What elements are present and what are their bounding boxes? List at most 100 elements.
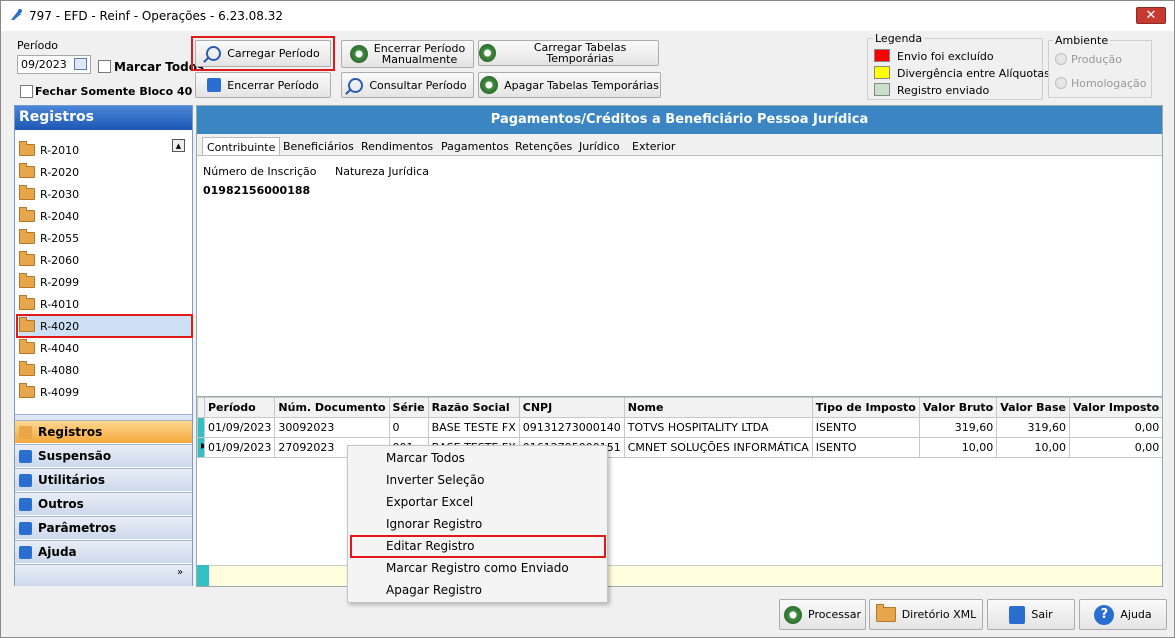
folder-icon (19, 425, 32, 439)
tab-contribuinte[interactable]: Contribuinte (202, 137, 281, 155)
encerrar-manual-label: Encerrar Período Manualmente (374, 43, 465, 65)
periodo-input[interactable]: 09/2023 (17, 55, 91, 74)
sidebar-item-r-2030[interactable]: R-2030 (19, 184, 191, 204)
carregar-tabelas-button[interactable]: Carregar Tabelas Temporárias (478, 40, 659, 66)
folder-icon (19, 207, 35, 222)
homologacao-radio[interactable] (1055, 77, 1067, 89)
ajuda-button[interactable]: ? Ajuda (1079, 599, 1167, 630)
help-icon: ? (1094, 604, 1115, 625)
menu-item-marcar-registro-como-enviado[interactable]: Marcar Registro como Enviado (386, 558, 569, 578)
column-header[interactable]: Razão Social (427, 397, 520, 418)
sair-label: Sair (1031, 608, 1053, 621)
column-header[interactable]: Nome (623, 397, 813, 418)
column-header[interactable]: Valor Bruto (918, 397, 998, 418)
diretorio-label: Diretório XML (901, 608, 977, 621)
nav-outros[interactable]: Outros (15, 492, 192, 515)
sidebar-item-label: R-2020 (40, 165, 80, 179)
column-header[interactable]: Período (203, 397, 276, 418)
folder-icon (875, 604, 896, 622)
gear-icon (349, 45, 368, 63)
numero-inscricao-label: Número de Inscrição (203, 165, 317, 178)
table-cell: 319,60 (918, 417, 998, 438)
footer-indicator (197, 565, 209, 586)
nav-utilitários[interactable]: Utilitários (15, 468, 192, 491)
column-header[interactable]: Valor Base (996, 397, 1070, 418)
column-header[interactable]: Série (388, 397, 429, 418)
column-header[interactable]: Núm. Documento (274, 397, 390, 418)
menu-item-marcar-todos[interactable]: Marcar Todos (386, 448, 465, 468)
column-header[interactable]: Tipo de Imposto (811, 397, 920, 418)
sidebar-item-r-2010[interactable]: R-2010 (19, 140, 191, 160)
folder-icon (19, 251, 35, 266)
fechar-bloco-checkbox[interactable] (20, 85, 33, 98)
nav-ajuda[interactable]: Ajuda (15, 540, 192, 563)
menu-item-inverter-seleção[interactable]: Inverter Seleção (386, 470, 484, 490)
sidebar-title: Registros (15, 106, 192, 130)
marcar-todos-checkbox[interactable] (98, 60, 111, 73)
row-selector[interactable] (197, 417, 205, 438)
apagar-tabelas-button[interactable]: Apagar Tabelas Temporárias (478, 72, 661, 98)
sidebar-item-r-4099[interactable]: R-4099 (19, 382, 191, 402)
table-row[interactable]: ▶01/09/202327092023001BASE TESTE FX01612… (197, 437, 1162, 458)
header-corner (197, 397, 205, 418)
table-cell: 01/09/2023 (203, 417, 276, 438)
folder-icon (19, 273, 35, 288)
sidebar-item-r-2040[interactable]: R-2040 (19, 206, 191, 226)
panel-title: Pagamentos/Créditos a Beneficiário Pesso… (197, 106, 1162, 134)
nav-suspensão[interactable]: Suspensão (15, 444, 192, 467)
carregar-periodo-button[interactable]: Carregar Período (195, 40, 331, 67)
diretorio-xml-button[interactable]: Diretório XML (869, 599, 983, 630)
folder-icon (19, 339, 35, 354)
encerrar-manual-button[interactable]: Encerrar Período Manualmente (341, 40, 474, 68)
tab-rendimentos[interactable]: Rendimentos (357, 137, 437, 155)
sair-button[interactable]: Sair (987, 599, 1075, 630)
nav-overflow[interactable]: » (15, 564, 192, 586)
sidebar-item-r-4080[interactable]: R-4080 (19, 360, 191, 380)
sidebar-item-r-2055[interactable]: R-2055 (19, 228, 191, 248)
column-header[interactable]: Valor Imposto (1068, 397, 1162, 418)
sidebar-item-r-2060[interactable]: R-2060 (19, 250, 191, 270)
menu-item-exportar-excel[interactable]: Exportar Excel (386, 492, 473, 512)
column-header[interactable]: CNPJ (518, 397, 625, 418)
tab-jurídico[interactable]: Jurídico (575, 137, 624, 155)
encerrar-periodo-button[interactable]: Encerrar Período (195, 72, 331, 98)
nav-label: Outros (38, 497, 84, 511)
sidebar-item-r-4010[interactable]: R-4010 (19, 294, 191, 314)
tab-pagamentos[interactable]: Pagamentos (437, 137, 513, 155)
table-cell: 0,00 (1068, 437, 1162, 458)
nav-parâmetros[interactable]: Parâmetros (15, 516, 192, 539)
table-cell: TOTVS HOSPITALITY LTDA (623, 417, 813, 438)
sidebar-item-label: R-4080 (40, 363, 80, 377)
search-icon (348, 77, 364, 93)
calendar-icon[interactable] (74, 58, 87, 70)
encerrar-periodo-label: Encerrar Período (227, 78, 319, 92)
table-row[interactable]: 01/09/2023 30092023 0 BASE TESTE FX 09131273… (197, 417, 1162, 438)
producao-radio[interactable] (1055, 53, 1067, 65)
table-cell: CMNET SOLUÇÕES INFORMÁTICA (623, 437, 813, 458)
row-selector[interactable]: ▶ (197, 437, 205, 458)
processar-button[interactable]: Processar (779, 599, 866, 630)
nav-registros[interactable]: Registros (15, 420, 192, 443)
consultar-periodo-button[interactable]: Consultar Período (341, 72, 474, 98)
tab-beneficiários[interactable]: Beneficiários (279, 137, 358, 155)
menu-item-ignorar-registro[interactable]: Ignorar Registro (386, 514, 482, 534)
tab-retenções[interactable]: Retenções (511, 137, 576, 155)
close-button[interactable]: ✕ (1136, 7, 1166, 24)
menu-item-apagar-registro[interactable]: Apagar Registro (386, 580, 482, 600)
chevron-down-icon[interactable]: » (177, 567, 183, 578)
nav-label: Utilitários (38, 473, 106, 487)
sidebar-item-label: R-2099 (40, 275, 80, 289)
sidebar-item-r-2099[interactable]: R-2099 (19, 272, 191, 292)
fechar-bloco-label: Fechar Somente Bloco 40 (35, 85, 193, 98)
tab-exterior[interactable]: Exterior (628, 137, 679, 155)
nav-label: Suspensão (38, 449, 112, 463)
sidebar-item-r-4040[interactable]: R-4040 (19, 338, 191, 358)
carregar-tabelas-label: Carregar Tabelas Temporárias (533, 41, 627, 65)
sidebar-item-label: R-4040 (40, 341, 80, 355)
legend-swatch-excluido (874, 49, 890, 62)
sidebar-item-r-2020[interactable]: R-2020 (19, 162, 191, 182)
row-pointer-icon: ▶ (201, 441, 204, 450)
row-indicator (198, 418, 204, 437)
table-cell: ISENTO (811, 417, 920, 438)
search-icon (206, 46, 222, 61)
